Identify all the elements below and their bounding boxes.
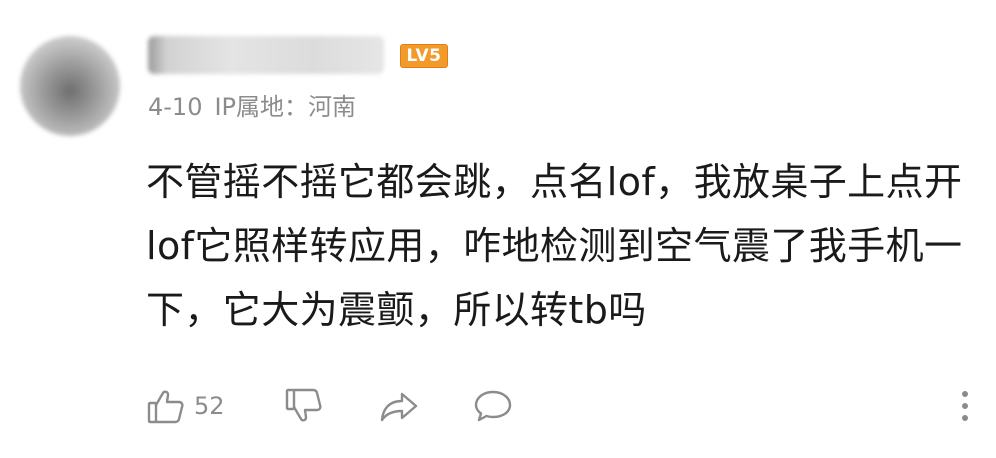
comment-bubble-icon — [474, 390, 512, 422]
thumbs-down-icon — [285, 388, 322, 422]
comment-actions: 52 — [146, 384, 976, 428]
dislike-button[interactable] — [284, 384, 324, 428]
like-count: 52 — [194, 392, 225, 420]
share-arrow-icon — [380, 392, 418, 422]
more-vertical-icon — [962, 391, 968, 421]
username-blurred[interactable] — [148, 36, 384, 74]
share-button[interactable] — [378, 384, 420, 428]
avatar[interactable] — [20, 36, 120, 136]
reply-button[interactable] — [472, 384, 514, 428]
comment-meta: 4-10 IP属地：河南 — [148, 92, 356, 122]
thumbs-up-icon — [147, 390, 184, 424]
ip-location: IP属地：河南 — [214, 93, 357, 121]
comment-date: 4-10 — [148, 93, 203, 121]
like-button[interactable]: 52 — [146, 384, 225, 428]
level-badge: LV5 — [400, 44, 448, 68]
more-button[interactable] — [958, 384, 972, 428]
comment-text: 不管摇不摇它都会跳，点名lof，我放桌子上点开lof它照样转应用，咋地检测到空气… — [146, 160, 963, 332]
